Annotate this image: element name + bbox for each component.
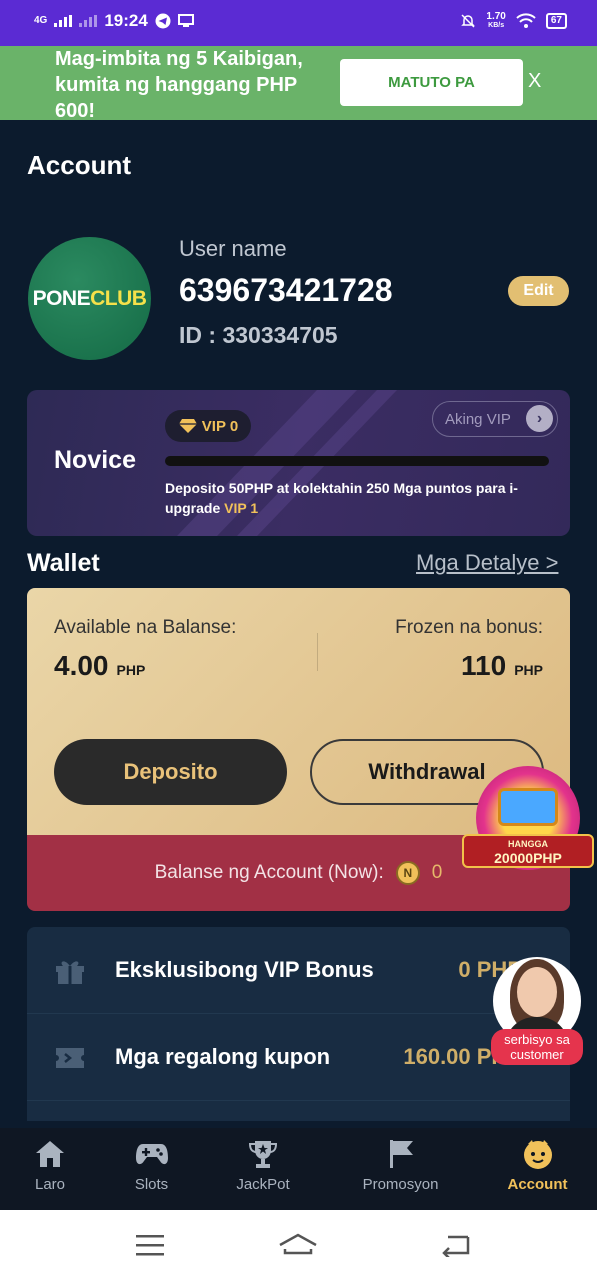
- chevron-right-icon: ›: [526, 405, 553, 432]
- account-balance-value: 0: [431, 862, 443, 883]
- nav-item-laro[interactable]: Laro: [0, 1128, 100, 1210]
- promo-text: Mag-imbita ng 5 Kaibigan, kumita ng hang…: [55, 48, 303, 120]
- page-title: Account: [27, 150, 131, 180]
- vip-badge-label: VIP 0: [201, 417, 239, 435]
- username: 639673421728: [179, 272, 393, 308]
- signal-icon: [54, 15, 73, 27]
- wallet-details-link[interactable]: Mga Detalye >: [416, 550, 558, 576]
- clock: 19:24: [104, 11, 148, 30]
- home-button-icon[interactable]: [278, 1230, 318, 1260]
- my-vip-link[interactable]: Aking VIP ›: [432, 401, 558, 437]
- smiley-icon: [523, 1140, 552, 1169]
- vip-level-name: Novice: [54, 446, 136, 474]
- promo-banner: Mag-imbita ng 5 Kaibigan, kumita ng hang…: [0, 46, 597, 120]
- username-label: User name: [179, 236, 287, 261]
- vip-card: Novice VIP 0 Aking VIP › Deposito 50PHP …: [27, 390, 570, 536]
- wallet-title: Wallet: [27, 549, 100, 577]
- available-balance-label: Available na Balanse:: [54, 617, 237, 638]
- account-menu-list: Eksklusibong VIP Bonus 0 PHP Mga regalon…: [27, 927, 570, 1121]
- ticket-icon: [56, 1048, 84, 1068]
- user-id: ID : 330334705: [179, 322, 338, 348]
- nav-item-promosyon[interactable]: Promosyon: [323, 1128, 478, 1210]
- net-speed: 1.70 KB/s: [486, 11, 506, 30]
- frozen-bonus: 110 PHP: [461, 650, 543, 681]
- nav-label: Account: [507, 1176, 568, 1193]
- mute-icon: [461, 14, 476, 28]
- signal-icon-2: [79, 15, 98, 27]
- treasure-chest-icon: [498, 788, 558, 826]
- nav-label: Slots: [134, 1176, 169, 1193]
- list-item-coupons[interactable]: Mga regalong kupon 160.00 PHP: [27, 1014, 570, 1101]
- status-bar: 4G 19:24 1.70 KB/s 67: [0, 0, 597, 46]
- menu-icon[interactable]: [130, 1230, 170, 1260]
- customer-service-label: serbisyo sa customer: [491, 1029, 583, 1065]
- list-item-label: Eksklusibong VIP Bonus: [115, 957, 374, 982]
- my-vip-label: Aking VIP: [445, 410, 511, 428]
- list-item-label: Mga regalong kupon: [115, 1044, 331, 1069]
- gift-promo-float[interactable]: HANGGA 20000PHP: [462, 766, 594, 874]
- nav-item-jackpot[interactable]: JackPot: [203, 1128, 323, 1210]
- back-icon[interactable]: [435, 1230, 475, 1260]
- wallet-divider: [317, 633, 318, 671]
- deposit-button[interactable]: Deposito: [54, 739, 287, 805]
- nav-label: Promosyon: [362, 1176, 439, 1193]
- close-icon[interactable]: X: [528, 70, 541, 93]
- home-icon: [36, 1141, 64, 1167]
- frozen-bonus-label: Frozen na bonus:: [395, 617, 543, 638]
- edit-button[interactable]: Edit: [508, 276, 569, 306]
- screen-icon: [177, 14, 194, 27]
- account-balance-label: Balanse ng Account (Now):: [154, 862, 384, 883]
- nav-item-account[interactable]: Account: [478, 1128, 597, 1210]
- avatar-brand-b: CLUB: [90, 286, 147, 310]
- gift-icon: [56, 961, 84, 984]
- vip-description: Deposito 50PHP at kolektahin 250 Mga pun…: [165, 480, 518, 516]
- diamond-icon: [178, 419, 197, 433]
- gamepad-icon: [135, 1144, 168, 1165]
- list-item-vip-bonus[interactable]: Eksklusibong VIP Bonus 0 PHP: [27, 927, 570, 1014]
- gift-promo-label: HANGGA 20000PHP: [462, 834, 594, 868]
- nav-label: Laro: [34, 1176, 66, 1193]
- battery-icon: 67: [545, 13, 567, 29]
- customer-service-float[interactable]: serbisyo sa customer: [491, 957, 583, 1067]
- available-balance: 4.00 PHP: [54, 650, 146, 681]
- bottom-nav: Laro Slots JackPot Promosyon Account: [0, 1128, 597, 1210]
- coin-icon: N: [395, 861, 420, 885]
- learn-more-button[interactable]: MATUTO PA: [340, 59, 523, 106]
- avatar-brand-a: PONE: [32, 286, 91, 310]
- nav-label: JackPot: [236, 1176, 290, 1193]
- system-nav-bar: [0, 1210, 597, 1280]
- wifi-icon: [516, 13, 536, 28]
- nav-item-slots[interactable]: Slots: [100, 1128, 203, 1210]
- flag-icon: [389, 1140, 413, 1168]
- vip-progress-bar: [165, 456, 549, 466]
- avatar: PONE CLUB: [28, 237, 151, 360]
- telegram-icon: [155, 13, 171, 29]
- trophy-icon: [248, 1141, 278, 1168]
- list-item-partial: [27, 1101, 570, 1121]
- vip-badge: VIP 0: [165, 410, 251, 442]
- network-type: 4G: [34, 15, 48, 26]
